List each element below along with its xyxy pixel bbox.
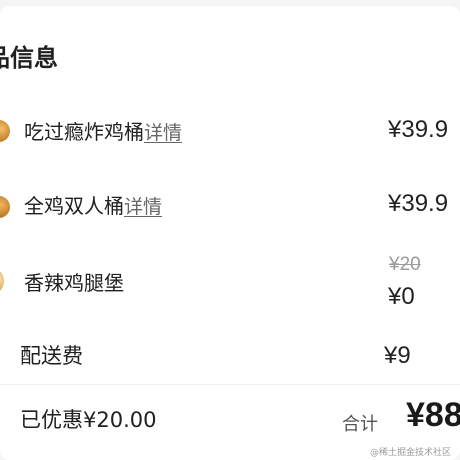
item-name: 香辣鸡腿堡 bbox=[24, 271, 124, 295]
item-price: ¥39.9 bbox=[388, 116, 449, 143]
total-label: 合计 bbox=[342, 414, 378, 435]
discount-text: 已优惠¥20.00 bbox=[20, 408, 157, 432]
section-title: 品信息 bbox=[0, 44, 58, 72]
item-name: 吃过瘾炸鸡桶 bbox=[24, 120, 144, 144]
item-price: ¥0 bbox=[388, 283, 415, 310]
delivery-fee-label: 配送费 bbox=[20, 344, 83, 368]
item-row-1: 吃过瘾炸鸡桶详情 bbox=[24, 116, 182, 145]
total-value: ¥88 bbox=[406, 396, 460, 434]
item-original-price: ¥20 bbox=[389, 254, 421, 275]
item-row-2: 全鸡双人桶详情 bbox=[24, 190, 162, 219]
item-row-3: 香辣鸡腿堡 bbox=[24, 267, 124, 296]
watermark: @稀土掘金技术社区 bbox=[370, 448, 452, 458]
delivery-fee-price: ¥9 bbox=[384, 342, 411, 369]
divider bbox=[0, 384, 460, 385]
item-detail-link[interactable]: 详情 bbox=[144, 122, 182, 144]
item-name: 全鸡双人桶 bbox=[24, 194, 124, 218]
item-price: ¥39.9 bbox=[388, 190, 449, 217]
item-detail-link[interactable]: 详情 bbox=[124, 196, 162, 218]
order-info-card: 品信息 bbox=[0, 6, 460, 460]
